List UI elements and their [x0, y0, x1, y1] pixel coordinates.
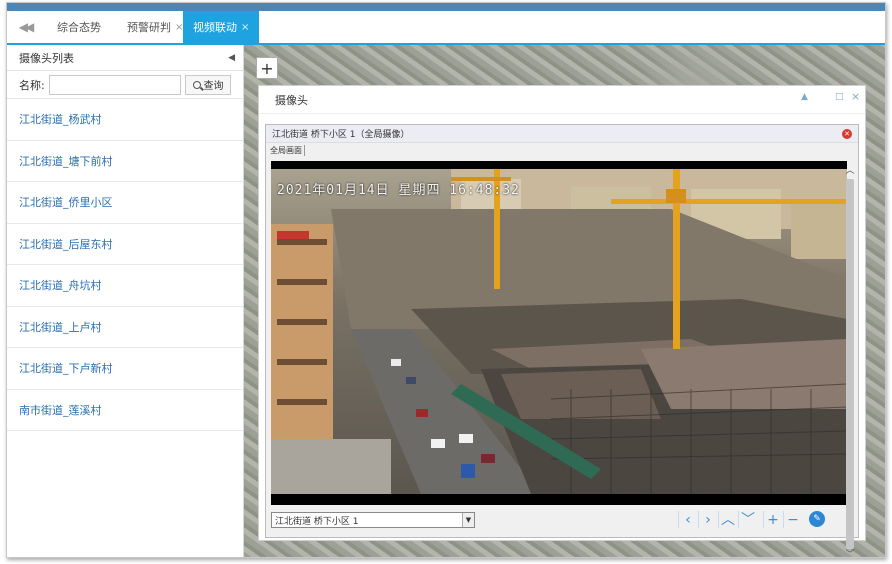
video-timestamp-osd: 2021年01月14日 星期四 16:48:32: [277, 183, 520, 198]
vertical-scrollbar[interactable]: ︿ ﹀: [844, 165, 856, 564]
camera-select[interactable]: 江北街道 桥下小区 1 ▼: [271, 512, 475, 528]
video-player-frame: 江北街道 桥下小区 1（全局摄像） ✕ 全局画面 2021年01月14日 星期四…: [265, 124, 859, 560]
construction-site-scene: [271, 169, 847, 494]
pan-right-icon[interactable]: ›: [698, 511, 717, 528]
tab-label: 视频联动: [193, 21, 237, 34]
subtab-global-view[interactable]: 全局画面: [270, 144, 305, 156]
scroll-up-icon[interactable]: ︿: [844, 165, 856, 177]
close-icon[interactable]: ×: [851, 90, 860, 103]
search-button-label: 查询: [203, 81, 224, 92]
camera-list-item[interactable]: 江北街道_后屋东村: [7, 224, 243, 265]
scroll-down-icon[interactable]: ﹀: [844, 549, 856, 561]
camera-list-item[interactable]: 江北街道_舟坑村: [7, 265, 243, 307]
tab-warning-analysis[interactable]: 预警研判 ×: [117, 11, 193, 43]
ptz-controls: ‹ › ︿ ﹀ + − ✎: [678, 511, 825, 528]
ptz-separator: [758, 511, 762, 528]
camera-window-header: 摄像头 ▲ □ ×: [259, 86, 865, 114]
scroll-thumb[interactable]: [846, 179, 854, 549]
camera-list-panel: 摄像头列表 ◀ 名称: 查询 江北街道_杨武村 江北街道_塘下前村 江北街道_侨…: [7, 45, 244, 557]
search-button[interactable]: 查询: [185, 74, 231, 95]
tab-video-linkage[interactable]: 视频联动 ×: [183, 11, 260, 43]
camera-list-item[interactable]: 江北街道_下卢新村: [7, 348, 243, 390]
video-titlebar: 江北街道 桥下小区 1（全局摄像） ✕: [266, 125, 858, 143]
search-label: 名称:: [19, 78, 45, 92]
pan-left-icon[interactable]: ‹: [678, 511, 697, 528]
map-zoom-in-button[interactable]: +: [256, 57, 278, 79]
video-viewport[interactable]: 2021年01月14日 星期四 16:48:32: [271, 161, 847, 505]
camera-window-title: 摄像头: [275, 93, 308, 107]
video-control-bar: 江北街道 桥下小区 1 ▼ ‹ › ︿ ﹀ + − ✎: [271, 509, 847, 531]
tab-overview[interactable]: 综合态势: [47, 11, 111, 43]
chevron-down-icon: ▼: [462, 513, 474, 527]
zoom-out-icon[interactable]: −: [783, 511, 802, 528]
zoom-in-icon[interactable]: +: [763, 511, 782, 528]
video-frame-image: 2021年01月14日 星期四 16:48:32: [271, 169, 847, 494]
tab-bar: ◀◀ 综合态势 预警研判 × 视频联动 ×: [7, 11, 885, 45]
panel-header: 摄像头列表 ◀: [7, 45, 243, 71]
tab-label: 综合态势: [57, 21, 101, 34]
double-chevron-left-icon[interactable]: ◀◀: [7, 11, 43, 43]
tab-label: 预警研判: [127, 21, 171, 34]
camera-select-value: 江北街道 桥下小区 1: [275, 516, 359, 527]
camera-list: 江北街道_杨武村 江北街道_塘下前村 江北街道_侨里小区 江北街道_后屋东村 江…: [7, 99, 243, 431]
video-subtab-bar: 全局画面: [266, 143, 858, 157]
camera-list-item[interactable]: 江北街道_上卢村: [7, 307, 243, 348]
camera-list-item[interactable]: 南市街道_莲溪村: [7, 390, 243, 431]
tilt-up-icon[interactable]: ︿: [718, 511, 737, 528]
panel-title: 摄像头列表: [19, 51, 74, 65]
minimize-icon[interactable]: ▲: [801, 92, 808, 102]
video-feed-title: 江北街道 桥下小区 1（全局摄像）: [272, 130, 410, 140]
camera-list-item[interactable]: 江北街道_塘下前村: [7, 141, 243, 182]
collapse-left-icon[interactable]: ◀: [228, 53, 235, 63]
search-row: 名称: 查询: [7, 71, 243, 99]
camera-window: 摄像头 ▲ □ × 江北街道 桥下小区 1（全局摄像） ✕ 全局画面 2021年…: [258, 85, 866, 560]
search-icon: [192, 80, 201, 89]
ptz-settings-icon[interactable]: ✎: [809, 511, 825, 527]
name-search-input[interactable]: [49, 74, 181, 95]
top-strip: [7, 3, 885, 11]
tilt-down-icon[interactable]: ﹀: [738, 511, 757, 528]
maximize-icon[interactable]: □: [835, 92, 844, 102]
camera-list-item[interactable]: 江北街道_侨里小区: [7, 182, 243, 224]
camera-list-item[interactable]: 江北街道_杨武村: [7, 99, 243, 141]
close-icon[interactable]: ×: [241, 22, 249, 33]
close-video-icon[interactable]: ✕: [842, 129, 852, 139]
